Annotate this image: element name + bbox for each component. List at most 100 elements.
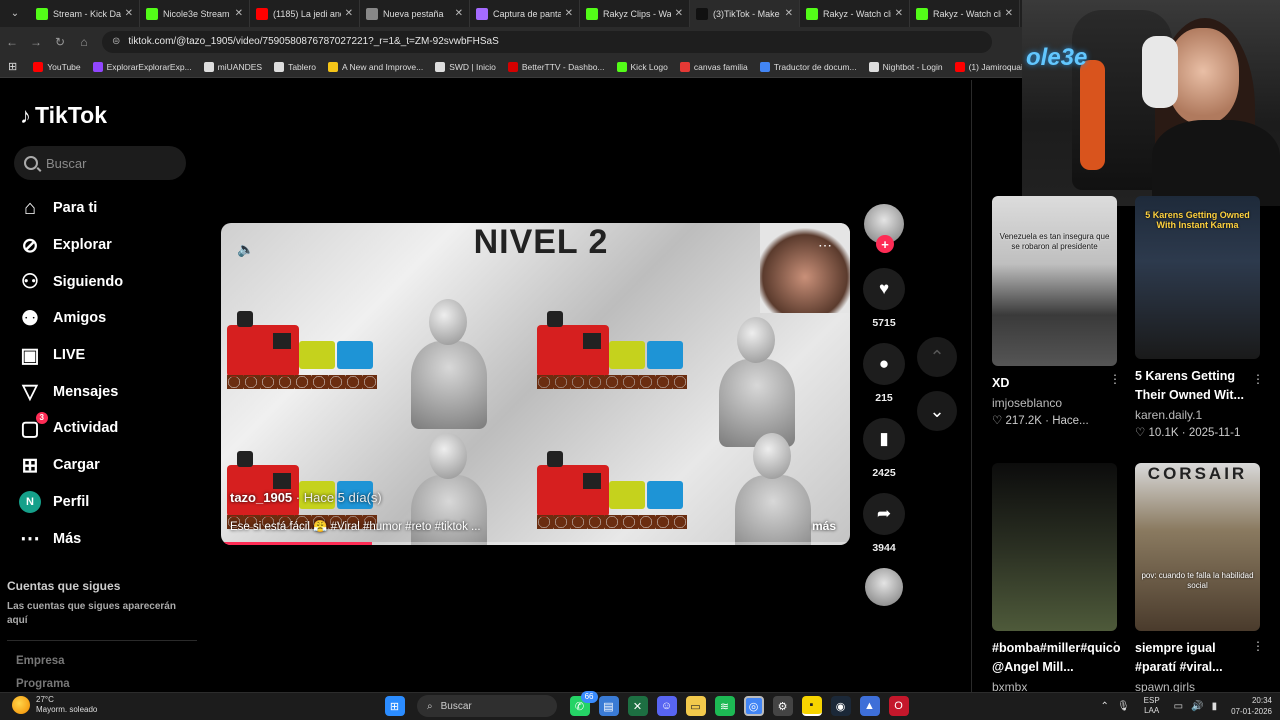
battery-icon[interactable]: ▮ (1212, 701, 1218, 712)
reload-button[interactable]: ↻ (48, 35, 72, 49)
card-title[interactable]: 5 Karens Getting Their Owned Wit... (1135, 367, 1253, 405)
browser-tab[interactable]: (1185) La jedi and ✕ (250, 0, 360, 27)
close-icon[interactable]: ✕ (455, 8, 463, 19)
chrome-icon[interactable]: ◎ (743, 696, 764, 716)
card-thumbnail[interactable]: 5 Karens Getting Owned With Instant Karm… (1135, 196, 1260, 359)
nav-item-siguiendo[interactable]: ⚇ Siguiendo (18, 263, 123, 300)
notepad-icon[interactable]: ▤ (598, 696, 619, 716)
opera-icon[interactable]: O (888, 696, 909, 716)
previous-video-button[interactable]: ⌃ (917, 337, 957, 377)
language-indicator[interactable]: ESP LAA (1144, 696, 1160, 716)
home-button[interactable]: ⌂ (72, 35, 96, 49)
spotify-icon[interactable]: ≋ (714, 696, 735, 716)
apps-grid-icon[interactable]: ⊞ (8, 60, 17, 73)
music-disc-avatar[interactable] (865, 568, 903, 606)
share-button[interactable]: ➦ (863, 493, 905, 535)
recommended-card[interactable]: #bomba#miller#quico @Angel Mill... ⋮ bxm… (992, 463, 1121, 694)
tiktok-logo[interactable]: ♪ TikTok (20, 102, 107, 129)
video-player[interactable]: NIVEL 2 🔈 ⋯ tazo_1905 · Hace 5 día(s) Es… (221, 223, 850, 545)
sticky-notes-icon[interactable]: ▪ (801, 696, 822, 716)
card-more-icon[interactable]: ⋮ (1252, 639, 1264, 653)
card-thumbnail[interactable] (992, 463, 1117, 631)
site-info-icon[interactable]: ⊜ (112, 36, 120, 47)
card-title[interactable]: #bomba#miller#quico @Angel Mill... (992, 639, 1121, 677)
chevron-up-icon[interactable]: ⌃ (1101, 701, 1109, 712)
nav-item-más[interactable]: ⋯ Más (18, 520, 123, 557)
nav-item-para-ti[interactable]: ⌂ Para ti (18, 190, 123, 227)
browser-tab[interactable]: Captura de panta ✕ (470, 0, 580, 27)
nav-item-perfil[interactable]: N Perfil (18, 484, 123, 521)
search-input[interactable]: Buscar (14, 146, 186, 180)
bookmark-item[interactable]: ExplorarExplorarExp... (92, 61, 192, 72)
weather-widget[interactable]: 27°C Mayorm. soleado (12, 695, 97, 715)
bookmark-item[interactable]: YouTube (33, 61, 81, 72)
url-bar[interactable]: ⊜ tiktok.com/@tazo_1905/video/7590580876… (102, 30, 992, 53)
taskbar-search[interactable]: ⌕ Buscar (417, 695, 557, 717)
recommended-card[interactable]: CORSAIR pov: cuando te falla la habilida… (1135, 463, 1264, 694)
browser-tab[interactable]: (3)TikTok - Make ✕ (690, 0, 800, 27)
clock[interactable]: 20:34 07-01-2026 (1231, 695, 1272, 717)
video-description-more[interactable]: más (812, 519, 836, 533)
card-thumbnail[interactable]: CORSAIR pov: cuando te falla la habilida… (1135, 463, 1260, 631)
like-button[interactable]: ♥ (863, 268, 905, 310)
video-progress-bar[interactable] (221, 542, 850, 545)
file-explorer-icon[interactable]: ▭ (685, 696, 706, 716)
close-icon[interactable]: ✕ (565, 8, 573, 19)
bookmark-item[interactable]: A New and Improve... (327, 61, 423, 72)
video-author[interactable]: tazo_1905 · Hace 5 día(s) (230, 490, 382, 505)
nav-item-cargar[interactable]: ⊞ Cargar (18, 447, 123, 484)
bookmark-item[interactable]: miUANDES (203, 61, 262, 72)
tab-search-menu[interactable]: ⌄ (4, 3, 26, 25)
forward-button[interactable]: → (24, 35, 48, 49)
footer-link-company[interactable]: Empresa (16, 655, 65, 667)
close-icon[interactable]: ✕ (1005, 8, 1013, 19)
next-video-button[interactable]: ⌄ (917, 391, 957, 431)
creator-avatar[interactable]: + (864, 204, 904, 253)
save-button[interactable]: ▮ (863, 418, 905, 460)
card-title[interactable]: XD (992, 374, 1110, 393)
back-button[interactable]: ← (0, 35, 24, 49)
recommended-card[interactable]: 5 Karens Getting Owned With Instant Karm… (1135, 196, 1264, 439)
card-more-icon[interactable]: ⋮ (1252, 372, 1264, 386)
microphone-icon[interactable]: 🎙 (1117, 701, 1130, 712)
recommended-card[interactable]: Venezuela es tan insegura que se robaron… (992, 196, 1121, 427)
footer-link-program[interactable]: Programa (16, 678, 70, 690)
bookmark-item[interactable]: Tablero (274, 61, 316, 72)
comment-button[interactable]: ● (863, 343, 905, 385)
close-icon[interactable]: ✕ (345, 8, 353, 19)
video-author-handle[interactable]: tazo_1905 (230, 490, 292, 505)
card-author[interactable]: karen.daily.1 (1135, 408, 1260, 422)
vpn-icon[interactable]: ▲ (859, 696, 880, 716)
bookmark-item[interactable]: Traductor de docum... (759, 61, 857, 72)
discord-icon[interactable]: ☺ (656, 696, 677, 716)
browser-tab[interactable]: Rakyz - Watch cli ✕ (800, 0, 910, 27)
nav-item-actividad[interactable]: ▢ 3 Actividad (18, 410, 123, 447)
whatsapp-icon[interactable]: ✆ 66 (569, 691, 598, 716)
browser-tab[interactable]: Nicole3e Stream ✕ (140, 0, 250, 27)
nav-item-live[interactable]: ▣ LIVE (18, 337, 123, 374)
video-more-options-icon[interactable]: ⋯ (818, 237, 832, 254)
volume-icon[interactable]: 🔈 (237, 241, 254, 258)
nav-item-mensajes[interactable]: ▽ Mensajes (18, 373, 123, 410)
close-icon[interactable]: ✕ (895, 8, 903, 19)
close-icon[interactable]: ✕ (125, 8, 133, 19)
close-icon[interactable]: ✕ (675, 8, 683, 19)
browser-tab[interactable]: Rakyz Clips - Wat ✕ (580, 0, 690, 27)
card-more-icon[interactable]: ⋮ (1109, 372, 1121, 386)
bookmark-item[interactable]: Kick Logo (616, 61, 668, 72)
browser-tab[interactable]: Nueva pestaña ✕ (360, 0, 470, 27)
nav-item-amigos[interactable]: ⚉ Amigos (18, 300, 123, 337)
card-author[interactable]: imjoseblanco (992, 396, 1117, 410)
start-windows-icon[interactable]: ⊞ (384, 696, 405, 716)
follow-plus-icon[interactable]: + (876, 235, 894, 253)
bookmark-item[interactable]: Nightbot - Login (868, 61, 943, 72)
bookmark-item[interactable]: BetterTTV - Dashbo... (507, 61, 605, 72)
nav-item-explorar[interactable]: ⊘ Explorar (18, 227, 123, 264)
close-icon[interactable]: ✕ (235, 8, 243, 19)
excel-icon[interactable]: ✕ (627, 696, 648, 716)
bookmark-item[interactable]: canvas familia (679, 61, 748, 72)
steam-icon[interactable]: ◉ (830, 696, 851, 716)
network-icon[interactable]: ▭ (1174, 701, 1183, 712)
card-title[interactable]: siempre igual #paratí #viral... (1135, 639, 1253, 677)
close-icon[interactable]: ✕ (785, 8, 793, 19)
